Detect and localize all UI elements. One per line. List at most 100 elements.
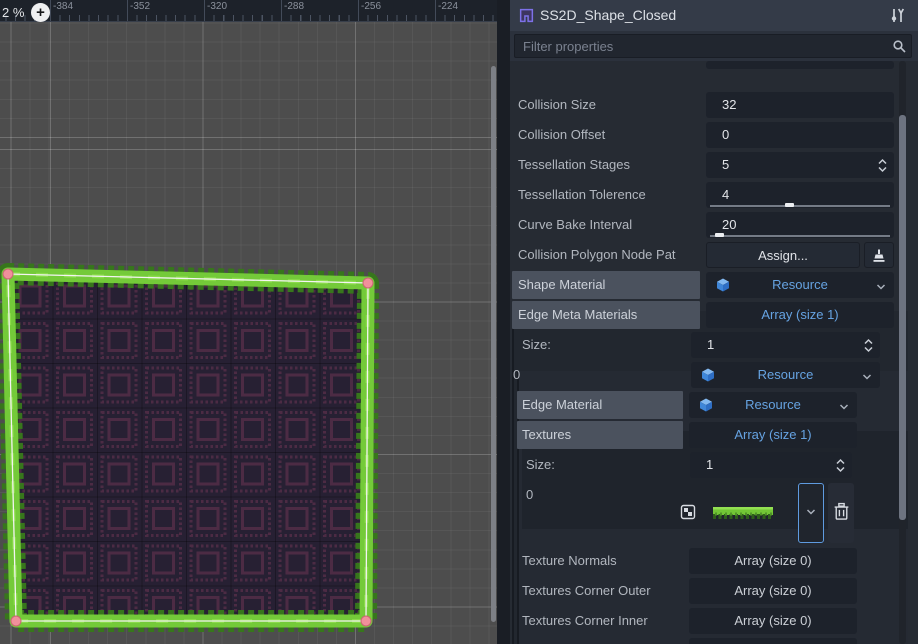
ruler-major-tick	[435, 0, 436, 21]
array-button[interactable]: Array (size 1)	[706, 302, 894, 328]
property-value: Resource	[689, 392, 857, 418]
array-button[interactable]: Array (size 1)	[689, 422, 857, 448]
property-label: Textures Corner Inner	[522, 607, 648, 635]
property-value-field[interactable]: 20	[706, 212, 894, 238]
property-value: Array (size 0)	[689, 608, 857, 634]
node-picker-icon[interactable]	[864, 242, 894, 268]
slider-track[interactable]	[710, 205, 890, 207]
slider-grabber[interactable]	[715, 233, 724, 237]
property-value: Array (size 0)	[689, 638, 857, 644]
slider-grabber[interactable]	[785, 203, 794, 207]
ruler-tick-label: -352	[130, 1, 150, 12]
property-label: 0	[526, 481, 533, 509]
property-label: Collision Offset	[518, 121, 605, 149]
assign-node-path-button[interactable]: Assign...	[706, 242, 860, 268]
ruler-tick-label: -320	[207, 1, 227, 12]
property-row-textures-corner-inner: Textures Corner Inner Array (size 0)	[510, 607, 918, 635]
property-value: Resource	[706, 272, 894, 298]
shape-point-handle[interactable]	[3, 269, 13, 279]
property-value: Array (size 0)	[689, 578, 857, 604]
inspector-scrollbar[interactable]	[899, 61, 906, 644]
filter-properties-input[interactable]	[514, 34, 912, 58]
ruler-tick-label: -256	[361, 1, 381, 12]
property-row-collision-size: Collision Size 32	[510, 91, 918, 119]
property-row-textures-corner-outer: Textures Corner OuterArray (size 0)	[510, 577, 918, 605]
property-row-partial	[510, 61, 918, 89]
array-button[interactable]: Array (size 0)	[689, 548, 857, 574]
property-row-tessellation-stages: Tessellation Stages5	[510, 151, 918, 179]
ruler-minor-ticks	[0, 15, 497, 21]
dock-splitter[interactable]	[497, 0, 510, 644]
property-value: Resource	[691, 362, 880, 388]
property-value-field[interactable]: 1	[690, 452, 852, 478]
inspector-scrollbar-handle[interactable]	[899, 115, 906, 520]
resource-dropdown[interactable]: Resource	[691, 362, 880, 388]
array-button[interactable]: Array (size 0)	[689, 578, 857, 604]
property-label: Tessellation Tolerence	[518, 181, 646, 209]
property-value-field[interactable]: 1	[691, 332, 880, 358]
shape-point-handle[interactable]	[11, 616, 21, 626]
property-label: Edge Meta Materials	[518, 301, 637, 329]
property-row-shape-material: Shape MaterialResource	[510, 271, 918, 299]
trash-icon[interactable]	[828, 483, 854, 543]
property-value: 32	[722, 92, 736, 118]
array-button[interactable]: Array (size 0)	[689, 608, 857, 634]
property-label: Collision Polygon Node Pat	[518, 241, 676, 269]
property-value-field[interactable]: 32	[706, 92, 894, 118]
property-label: Textures	[522, 421, 571, 449]
chevron-down-icon[interactable]	[838, 400, 850, 418]
property-value-field[interactable]: 4	[706, 182, 894, 208]
property-value: Array (size 1)	[706, 302, 894, 328]
property-label: 0	[513, 361, 520, 389]
ss2d-shape-canvas-object[interactable]	[0, 250, 400, 644]
property-row-curve-bake-interval: Curve Bake Interval20	[510, 211, 918, 239]
property-row-0: 0 Resource	[510, 361, 918, 389]
property-row-tessellation-tolerence: Tessellation Tolerence 4	[510, 181, 918, 209]
shape-fill-tiles[interactable]	[8, 274, 368, 621]
property-label: Texture Normals Corner	[522, 637, 660, 644]
viewport-vertical-scrollbar[interactable]	[491, 66, 496, 622]
resource-dropdown[interactable]: Resource	[706, 272, 894, 298]
slider-track[interactable]	[710, 235, 890, 237]
property-value: 0	[722, 122, 729, 148]
zoom-percentage: 2 %	[2, 5, 24, 20]
shape-point-handle[interactable]	[363, 278, 373, 288]
property-value: 5	[722, 152, 729, 178]
ruler-tick-label: -384	[53, 1, 73, 12]
tune-icon[interactable]	[888, 7, 906, 25]
godot-editor: -384-352-320-288-256-224 2 % + SS2D_Shap…	[0, 0, 918, 644]
property-value-field[interactable]: 5	[706, 152, 894, 178]
property-value-field[interactable]: 0	[706, 122, 894, 148]
updown-icon[interactable]	[862, 338, 875, 358]
property-rows: Collision Size 32 Collision Offset 0 Tessell…	[510, 61, 918, 644]
property-row-textures: Textures Array (size 1)	[510, 421, 918, 449]
chevron-down-icon[interactable]	[875, 280, 887, 298]
property-label: Collision Size	[518, 91, 596, 119]
property-label: Size:	[522, 331, 551, 359]
horizontal-ruler: -384-352-320-288-256-224	[0, 0, 497, 22]
texture-options-chevron-button[interactable]	[798, 483, 824, 543]
array-button[interactable]: Array (size 0)	[689, 638, 857, 644]
canvas-viewport[interactable]: -384-352-320-288-256-224 2 % +	[0, 0, 497, 644]
ruler-major-tick	[127, 0, 128, 21]
property-label: Size:	[526, 451, 555, 479]
inspector-header: SS2D_Shape_Closed	[510, 0, 918, 31]
zoom-in-button[interactable]: +	[31, 3, 50, 22]
property-value: Array (size 1)	[689, 422, 857, 448]
property-row-edge-meta-materials: Edge Meta Materials Array (size 1)	[510, 301, 918, 329]
chevron-down-icon[interactable]	[861, 370, 873, 388]
property-label: Texture Normals	[522, 547, 617, 575]
image-edit-icon[interactable]	[680, 504, 696, 523]
shape-point-handle[interactable]	[361, 616, 371, 626]
scrolled-partial-field[interactable]	[706, 61, 894, 69]
updown-icon[interactable]	[834, 458, 847, 478]
ss2d-shape-icon	[518, 7, 535, 29]
property-label: Edge Material	[522, 391, 602, 419]
property-value: 1	[706, 452, 713, 478]
property-row-collision-polygon-node-pat: Collision Polygon Node Pat Assign...	[510, 241, 918, 269]
updown-icon[interactable]	[876, 158, 889, 178]
property-row-texture-normals-corner: Texture Normals Corner Array (size 0)	[510, 637, 918, 644]
grass-texture-preview[interactable]	[712, 503, 774, 528]
ruler-tick-label: -288	[284, 1, 304, 12]
resource-dropdown[interactable]: Resource	[689, 392, 857, 418]
